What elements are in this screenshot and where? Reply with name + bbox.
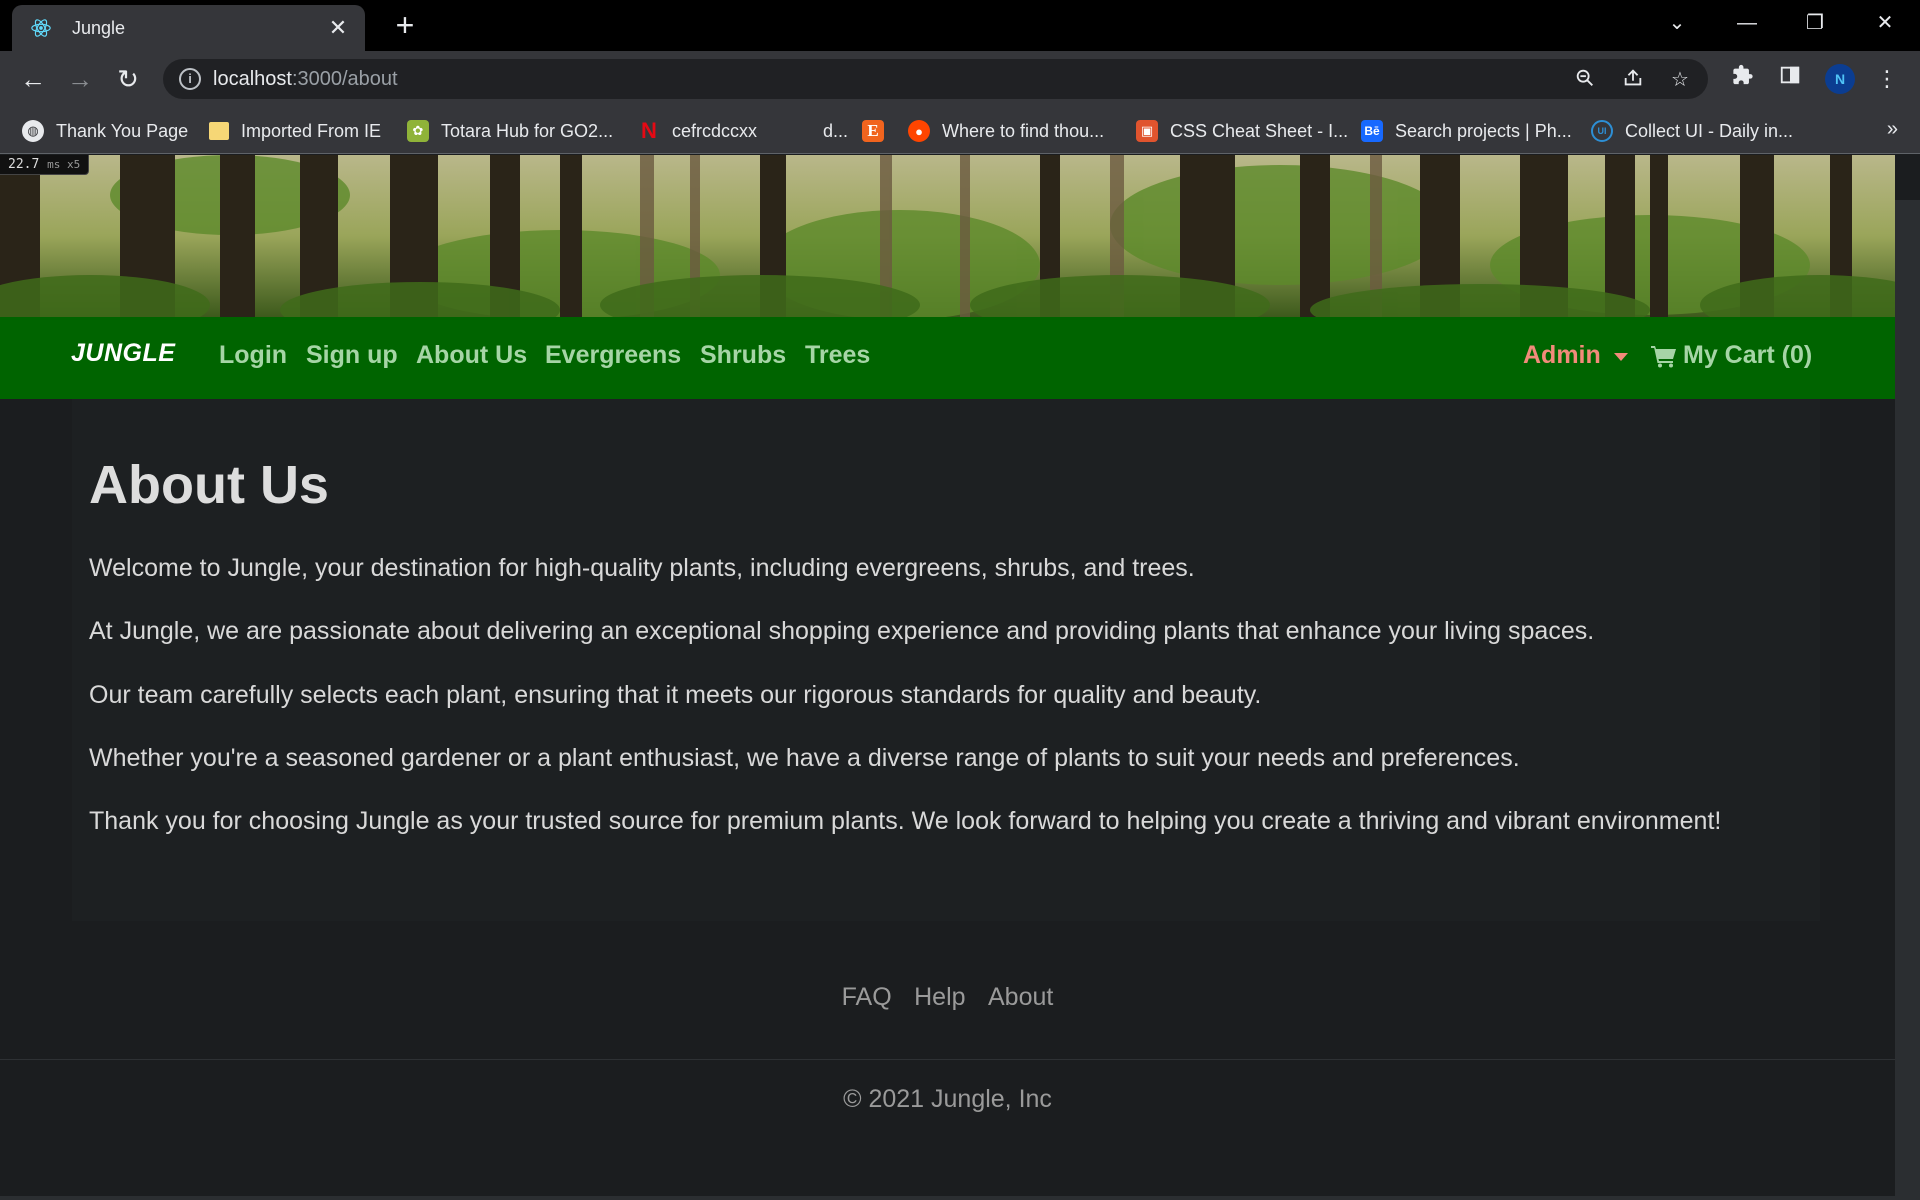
nav-trees-link[interactable]: Trees (805, 341, 870, 370)
about-paragraph: Welcome to Jungle, your destination for … (89, 554, 1195, 582)
about-content-card: About Us Welcome to Jungle, your destina… (72, 399, 1820, 921)
nav-about-link[interactable]: About Us (416, 341, 527, 370)
etsy-icon: E (862, 120, 884, 142)
totara-icon: ✿ (407, 120, 429, 142)
footer-links: FAQ Help About (0, 983, 1895, 1012)
forward-button[interactable]: → (64, 63, 96, 95)
bookmark-item[interactable]: ◍ Thank You Page (22, 118, 188, 144)
share-icon[interactable] (1620, 67, 1646, 93)
address-bar[interactable]: i localhost:3000/about ☆ (163, 59, 1708, 99)
bookmark-item[interactable]: Ncefrcdccxx (638, 118, 757, 144)
browser-toolbar: ← → ↻ i localhost:3000/about ☆ ⋮ (0, 51, 1920, 106)
react-icon (29, 16, 53, 40)
nav-login-link[interactable]: Login (219, 341, 287, 370)
new-tab-button[interactable]: + (390, 9, 420, 41)
scrollbar-track[interactable] (1895, 155, 1920, 1200)
about-paragraph: At Jungle, we are passionate about deliv… (89, 617, 1595, 645)
profile-avatar[interactable]: N (1825, 64, 1855, 94)
about-paragraph: Thank you for choosing Jungle as your tr… (89, 807, 1722, 835)
bookmark-item[interactable]: E (862, 118, 896, 144)
bookmark-item[interactable]: UI Collect UI - Daily in... (1591, 118, 1793, 144)
cart-link[interactable]: My Cart (0) (1651, 341, 1812, 370)
nav-signup-link[interactable]: Sign up (306, 341, 398, 370)
bookmark-item[interactable]: ✿ Totara Hub for GO2... (407, 118, 613, 144)
close-tab-icon[interactable]: ✕ (325, 15, 351, 41)
bookmark-item[interactable]: Bē Search projects | Ph... (1361, 118, 1572, 144)
main-navbar: JUNGLE Login Sign up About Us Evergreens… (0, 317, 1895, 399)
extensions-icon[interactable] (1728, 64, 1758, 94)
bookmark-star-icon[interactable]: ☆ (1667, 67, 1693, 93)
cart-label: My Cart (0) (1683, 341, 1813, 369)
reload-button[interactable]: ↻ (112, 63, 144, 95)
restore-button[interactable]: ❐ (1795, 8, 1835, 38)
copyright-text: © 2021 Jungle, Inc (843, 1085, 1052, 1113)
footer-about-link[interactable]: About (988, 983, 1053, 1011)
blank-icon (789, 120, 811, 142)
close-window-button[interactable]: ✕ (1865, 8, 1905, 38)
bookmark-item[interactable]: ● Where to find thou... (908, 118, 1104, 144)
menu-kebab-icon[interactable]: ⋮ (1872, 64, 1902, 94)
forest-hero-image (0, 155, 1895, 317)
caret-down-icon[interactable] (1614, 353, 1628, 361)
collectui-icon: UI (1591, 120, 1613, 142)
behance-icon: Bē (1361, 120, 1383, 142)
about-paragraph: Whether you're a seasoned gardener or a … (89, 744, 1520, 772)
zoom-icon[interactable] (1572, 67, 1598, 93)
bookmark-item[interactable]: d... (789, 118, 848, 144)
browser-tab[interactable]: Jungle ✕ (12, 5, 365, 51)
globe-icon: ◍ (22, 120, 44, 142)
netflix-icon: N (641, 118, 657, 143)
site-info-icon[interactable]: i (179, 68, 201, 90)
bookmarks-bar: ◍ Thank You Page Imported From IE ✿ Totara… (0, 106, 1920, 154)
nav-shrubs-link[interactable]: Shrubs (700, 341, 786, 370)
url-text: localhost:3000/about (213, 68, 398, 90)
gift-icon: ▣ (1136, 120, 1158, 142)
minimize-button[interactable]: — (1727, 8, 1767, 38)
reddit-icon: ● (908, 120, 930, 142)
more-bookmarks-icon[interactable]: » (1887, 118, 1898, 141)
page-viewport: 22.7 ms x5 JUNGLE Login Sign up About Us… (0, 155, 1920, 1200)
tab-title: Jungle (72, 17, 126, 38)
side-panel-icon[interactable] (1775, 64, 1805, 94)
cart-icon (1651, 344, 1677, 368)
tab-search-icon[interactable]: ⌄ (1657, 8, 1697, 38)
perf-overlay: 22.7 ms x5 (0, 155, 90, 175)
footer-faq-link[interactable]: FAQ (842, 983, 892, 1011)
page-bottom-edge (0, 1196, 1920, 1200)
browser-titlebar: Jungle ✕ + ⌄ — ❐ ✕ (0, 0, 1920, 51)
bookmark-item[interactable]: ▣ CSS Cheat Sheet - I... (1136, 118, 1348, 144)
back-button[interactable]: ← (17, 63, 49, 95)
admin-dropdown[interactable]: Admin (1523, 341, 1601, 370)
scrollbar-thumb[interactable] (1895, 200, 1920, 1200)
bookmark-item[interactable]: Imported From IE (209, 118, 381, 144)
footer-help-link[interactable]: Help (914, 983, 965, 1011)
brand-logo[interactable]: JUNGLE (71, 339, 175, 368)
page-title: About Us (89, 455, 329, 515)
about-paragraph: Our team carefully selects each plant, e… (89, 681, 1262, 709)
nav-evergreens-link[interactable]: Evergreens (545, 341, 681, 370)
footer-divider (0, 1059, 1895, 1060)
folder-icon (209, 122, 229, 140)
